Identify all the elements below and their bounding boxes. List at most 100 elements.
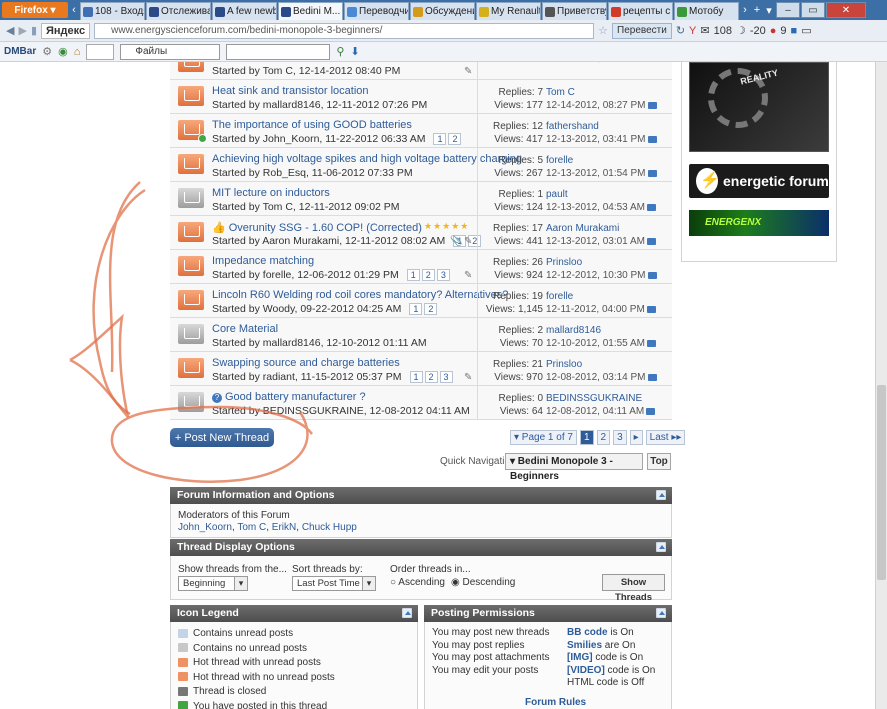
extension-icon[interactable]: ■ [791,25,798,37]
moderator-link[interactable]: Tom C [237,522,266,533]
thread-page-link[interactable]: 2 [424,371,438,384]
address-bar[interactable]: www.energyscienceforum.com/bedini-monopo… [94,22,595,39]
collapse-icon[interactable] [402,608,412,618]
bookmark-star-icon[interactable]: ☆ [598,24,608,37]
close-window-button[interactable]: ✕ [826,2,866,18]
order-ascending-radio[interactable]: ○ Ascending [390,577,445,588]
thread-title-link[interactable]: MIT lecture on inductors [212,187,330,199]
order-descending-radio[interactable]: ◉ Descending [451,577,515,588]
page-1-link[interactable]: 1 [579,429,594,445]
yandex-logo[interactable]: Яндекс [41,22,91,39]
new-tab-icon[interactable]: + [751,4,763,16]
thread-page-link[interactable]: 1 [409,303,423,316]
last-poster-link[interactable]: forelle [546,291,573,302]
thread-page-link[interactable]: 1 [433,133,447,146]
minimize-button[interactable]: – [776,2,800,18]
thread-title-link[interactable]: Achieving high voltage spikes and high v… [212,153,522,165]
thread-title-link[interactable]: Core Material [212,323,278,335]
toolbar-home-icon[interactable]: ⌂ [74,46,81,58]
quick-navigation-select[interactable]: ▾ Bedini Monopole 3 - Beginners [505,453,643,482]
last-page-link[interactable]: Last ▸▸ [645,429,686,445]
toolbar-search-input[interactable] [226,43,331,60]
page-2-link[interactable]: 2 [596,429,611,445]
last-poster-link[interactable]: fathershand [546,121,599,132]
forum-rules-link[interactable]: Forum Rules [525,697,605,708]
next-page-icon[interactable]: ▸ [629,429,643,445]
mail-icon[interactable]: ✉ [700,24,709,37]
search-engine-icon[interactable]: Y [689,25,696,37]
code-permission-key[interactable]: Smilies [567,640,602,651]
tabs-scroll-right-icon[interactable]: › [739,4,751,16]
last-poster-link[interactable]: mallard8146 [546,325,601,336]
thread-title-link[interactable]: Swapping source and charge batteries [212,357,400,369]
thread-page-link[interactable]: 2 [424,303,438,316]
go-to-last-post-icon[interactable] [646,237,656,245]
tabs-scroll-left-icon[interactable]: ‹ [68,4,80,16]
last-poster-link[interactable]: pault [546,189,568,200]
browser-tab[interactable]: Bedini M...✕ [278,2,343,20]
moderator-link[interactable]: Chuck Hupp [302,522,357,533]
top-button[interactable]: Top [647,453,671,470]
dmbar-label[interactable]: DMBar [4,46,36,57]
toolbar-globe-icon[interactable]: ◉ [58,45,68,58]
thread-page-link[interactable]: 2 [448,133,462,146]
maximize-button[interactable]: ▭ [801,2,825,18]
browser-tab[interactable]: 108 - Входя... [80,2,145,20]
go-to-last-post-icon[interactable] [646,407,656,415]
thread-page-link[interactable]: 1 [406,269,420,282]
page-3-link[interactable]: 3 [613,429,627,445]
back-icon[interactable]: ◀ [6,24,14,37]
collapse-icon[interactable] [656,542,666,552]
go-to-last-post-icon[interactable] [647,373,657,381]
go-to-last-post-icon[interactable] [646,305,656,313]
go-to-last-post-icon[interactable] [647,101,657,109]
thread-page-link[interactable]: 3 [436,269,450,282]
go-to-last-post-icon[interactable] [647,271,657,279]
browser-tab[interactable]: A few newb... [212,2,277,20]
scrollbar-thumb[interactable] [877,385,886,580]
last-poster-link[interactable]: Prinsloo [546,359,582,370]
browser-tab[interactable]: Обсуждени... [410,2,475,20]
thread-page-link[interactable]: 1 [409,371,423,384]
last-poster-link[interactable]: Tom C [546,87,575,98]
collapse-icon[interactable] [656,490,666,500]
thread-title-link[interactable]: The importance of using GOOD batteries [212,119,412,131]
browser-tab[interactable]: Переводчи... [344,2,409,20]
toolbar-search-icon[interactable]: ⚲ [336,45,344,58]
browser-tab[interactable]: Мотобу [674,2,739,20]
thread-title-link[interactable]: 👍 Overunity SSG - 1.60 COP! (Corrected) [212,221,422,234]
thread-title-link[interactable]: Impedance matching [212,255,314,267]
sort-by-select[interactable]: Last Post Time [292,576,376,591]
thread-title-link[interactable]: Lincoln R60 Welding rod coil cores manda… [212,289,508,301]
reload-icon[interactable]: ↻ [676,24,685,37]
last-poster-link[interactable]: Aaron Murakami [546,223,619,234]
menu-icon[interactable]: ▭ [801,24,811,37]
firefox-menu-button[interactable]: Firefox ▾ [2,2,68,18]
moderator-link[interactable]: John_Koorn [178,522,232,533]
last-poster-link[interactable]: forelle [546,155,573,166]
toolbar-download-icon[interactable]: ⬇ [350,45,359,58]
collapse-icon[interactable] [656,608,666,618]
browser-tab[interactable]: My Renault ... [476,2,541,20]
translate-button[interactable]: Перевести [612,22,672,39]
energenx-banner[interactable]: ENERGENX [689,210,829,236]
post-new-thread-button[interactable]: + Post New Thread [170,428,274,447]
toolbar-tools-icon[interactable]: ⚙ [42,45,52,58]
forward-icon[interactable]: ▶ [18,24,26,37]
code-permission-key[interactable]: [IMG] [567,652,593,663]
code-permission-key[interactable]: BB code [567,627,608,638]
go-to-last-post-icon[interactable] [646,339,656,347]
show-threads-button[interactable]: Show Threads [602,574,665,603]
go-to-last-post-icon[interactable] [646,203,656,211]
thread-page-link[interactable]: 2 [421,269,435,282]
last-poster-link[interactable]: BEDINSSGUKRAINE [546,393,642,404]
browser-tab[interactable]: рецепты с ... [608,2,673,20]
tab-list-icon[interactable]: ▾ [763,4,775,17]
code-permission-key[interactable]: [VIDEO] [567,665,605,676]
show-from-select[interactable]: Beginning [178,576,248,591]
weather-icon[interactable]: ☽ [736,24,746,37]
thread-title-link[interactable]: ? Good battery manufacturer ? [212,391,366,403]
go-to-last-post-icon[interactable] [647,169,657,177]
files-dropdown[interactable]: Файлы [120,43,221,60]
page-jump-dropdown[interactable]: ▾ Page 1 of 7 [510,429,577,445]
